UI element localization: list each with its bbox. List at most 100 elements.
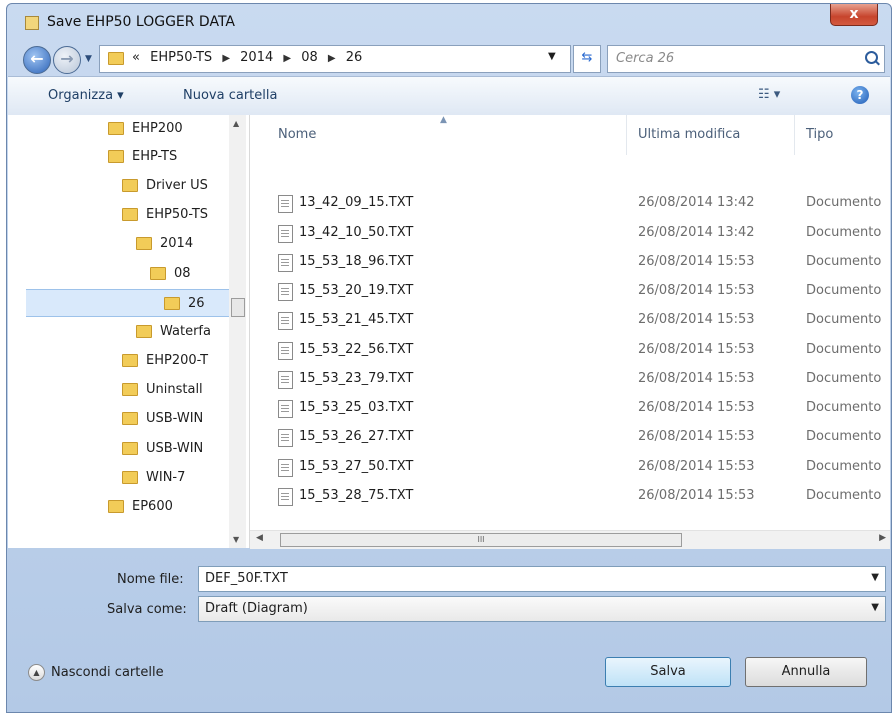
hide-folders-toggle[interactable]: ▲ Nascondi cartelle — [28, 664, 164, 681]
sort-ascending-icon: ▲ — [440, 115, 447, 125]
folder-icon — [150, 267, 166, 280]
tree-item[interactable]: EP600 — [108, 493, 173, 521]
scrollbar-thumb[interactable] — [231, 298, 245, 317]
column-header-name[interactable]: Nome — [278, 127, 316, 142]
title-bar: Save EHP50 LOGGER DATA x — [7, 4, 891, 38]
tree-item[interactable]: Driver US — [122, 172, 208, 200]
file-type: Documento — [806, 400, 882, 415]
address-bar[interactable]: « EHP50-TS ▶ 2014 ▶ 08 ▶ 26 ▼ — [99, 45, 571, 73]
file-type: Documento — [806, 254, 882, 269]
help-icon[interactable]: ? — [851, 86, 869, 104]
file-row[interactable]: 13_42_09_15.TXT 26/08/2014 13:42 Documento — [250, 188, 890, 218]
back-arrow-icon[interactable]: ← — [23, 46, 51, 74]
text-file-icon — [278, 371, 293, 389]
file-row[interactable]: 15_53_20_19.TXT 26/08/2014 15:53 Documento — [250, 276, 890, 306]
file-modified: 26/08/2014 15:53 — [638, 459, 755, 474]
scroll-down-icon[interactable]: ▼ — [233, 535, 239, 544]
file-modified: 26/08/2014 13:42 — [638, 195, 755, 210]
file-name: 15_53_21_45.TXT — [299, 312, 414, 327]
file-row[interactable]: 15_53_25_03.TXT 26/08/2014 15:53 Documento — [250, 393, 890, 423]
tree-item[interactable]: EHP200-T — [122, 347, 208, 375]
file-name: 13_42_10_50.TXT — [299, 225, 414, 240]
file-type: Documento — [806, 283, 882, 298]
tree-item-label: WIN-7 — [146, 470, 186, 485]
tree-item-label: 08 — [174, 266, 191, 281]
search-icon[interactable] — [865, 51, 878, 64]
filename-field[interactable]: DEF_50F.TXT ▼ — [198, 566, 886, 592]
breadcrumb-item[interactable]: 26 — [346, 50, 363, 65]
folder-icon — [122, 442, 138, 455]
tree-item[interactable]: EHP-TS — [108, 143, 177, 171]
scrollbar-thumb[interactable]: III — [280, 533, 682, 547]
chevron-right-icon[interactable]: ▶ — [283, 53, 291, 64]
scroll-right-icon[interactable]: ▶ — [879, 533, 886, 543]
text-file-icon — [278, 488, 293, 506]
chevron-right-icon[interactable]: ▶ — [328, 53, 336, 64]
address-dropdown-icon[interactable]: ▼ — [548, 51, 556, 62]
file-type: Documento — [806, 488, 882, 503]
breadcrumb: « EHP50-TS ▶ 2014 ▶ 08 ▶ 26 — [132, 50, 368, 65]
horizontal-scrollbar[interactable]: ◀ III ▶ — [250, 530, 890, 549]
file-row[interactable]: 15_53_23_79.TXT 26/08/2014 15:53 Documento — [250, 364, 890, 394]
file-row[interactable]: 15_53_26_27.TXT 26/08/2014 15:53 Documento — [250, 422, 890, 452]
folder-icon — [122, 383, 138, 396]
save-as-type-label: Salva come: — [107, 602, 187, 617]
text-file-icon — [278, 400, 293, 418]
breadcrumb-overflow[interactable]: « — [132, 50, 140, 65]
breadcrumb-item[interactable]: 08 — [301, 50, 318, 65]
forward-arrow-icon[interactable]: → — [53, 46, 81, 74]
file-list: ▲ Nome Ultima modifica Tipo 13_42_09_15.… — [250, 115, 890, 548]
tree-item[interactable]: Uninstall — [122, 376, 203, 404]
folder-icon — [164, 297, 180, 310]
tree-item[interactable]: Waterfa — [136, 318, 211, 346]
file-row[interactable]: 15_53_18_96.TXT 26/08/2014 15:53 Documento — [250, 247, 890, 277]
save-button[interactable]: Salva — [605, 657, 731, 687]
file-type: Documento — [806, 371, 882, 386]
column-divider[interactable] — [794, 115, 795, 155]
close-button[interactable]: x — [830, 4, 878, 26]
search-input[interactable]: Cerca 26 — [607, 45, 885, 73]
chevron-right-icon[interactable]: ▶ — [222, 53, 230, 64]
tree-item[interactable]: 08 — [150, 260, 191, 288]
recent-pages-dropdown-icon[interactable]: ▼ — [85, 54, 92, 64]
view-options-button[interactable]: ☷ ▾ — [758, 87, 780, 102]
file-row[interactable]: 15_53_28_75.TXT 26/08/2014 15:53 Documento — [250, 481, 890, 511]
tree-item-selected[interactable]: 26 — [26, 289, 229, 317]
breadcrumb-item[interactable]: EHP50-TS — [150, 50, 212, 65]
breadcrumb-item[interactable]: 2014 — [240, 50, 273, 65]
scroll-up-icon[interactable]: ▲ — [233, 119, 239, 128]
file-name: 15_53_20_19.TXT — [299, 283, 414, 298]
tree-item[interactable]: USB-WIN — [122, 435, 203, 463]
file-row[interactable]: 13_42_10_50.TXT 26/08/2014 13:42 Documento — [250, 218, 890, 248]
tree-item[interactable]: USB-WIN — [122, 405, 203, 433]
tree-item[interactable]: EHP200 — [108, 115, 183, 143]
tree-item-label: USB-WIN — [146, 441, 204, 456]
tree-item[interactable]: WIN-7 — [122, 464, 185, 492]
save-as-type-select[interactable]: Draft (Diagram) ▼ — [198, 596, 886, 622]
file-row[interactable]: 15_53_27_50.TXT 26/08/2014 15:53 Documento — [250, 452, 890, 482]
tree-item[interactable]: EHP50-TS — [122, 201, 208, 229]
tree-item-label: EHP-TS — [132, 149, 178, 164]
file-type: Documento — [806, 195, 882, 210]
file-row[interactable]: 15_53_21_45.TXT 26/08/2014 15:53 Documento — [250, 305, 890, 335]
folder-icon — [108, 52, 124, 65]
scroll-left-icon[interactable]: ◀ — [256, 533, 263, 543]
tree-item-label: EHP200 — [132, 121, 183, 136]
folder-icon — [108, 122, 124, 135]
chevron-down-icon[interactable]: ▼ — [871, 572, 879, 583]
column-header-modified[interactable]: Ultima modifica — [638, 127, 740, 142]
browser-area: EHP200 EHP-TS Driver US EHP50-TS 2014 08… — [8, 115, 890, 549]
refresh-icon[interactable]: ⇆ — [573, 45, 601, 73]
organize-menu-button[interactable]: Organizza ▾ — [48, 88, 124, 103]
new-folder-button[interactable]: Nuova cartella — [183, 88, 277, 103]
cancel-button[interactable]: Annulla — [745, 657, 867, 687]
navigation-pane: EHP200 EHP-TS Driver US EHP50-TS 2014 08… — [8, 115, 250, 548]
save-as-type-value: Draft (Diagram) — [205, 601, 308, 616]
tree-scrollbar[interactable]: ▲ ▼ — [229, 115, 246, 548]
chevron-down-icon[interactable]: ▼ — [871, 602, 879, 613]
folder-icon — [122, 179, 138, 192]
tree-item[interactable]: 2014 — [136, 230, 193, 258]
file-row[interactable]: 15_53_22_56.TXT 26/08/2014 15:53 Documento — [250, 335, 890, 365]
column-header-type[interactable]: Tipo — [806, 127, 833, 142]
column-divider[interactable] — [626, 115, 627, 155]
